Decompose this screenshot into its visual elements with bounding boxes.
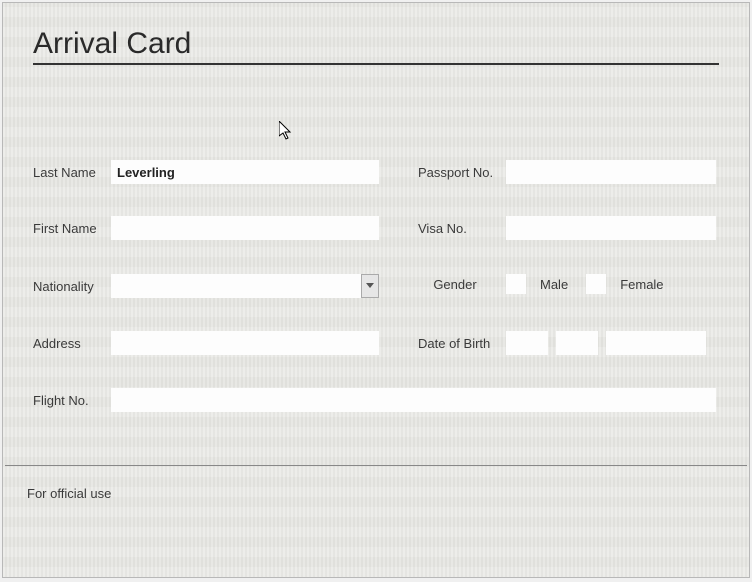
nationality-label: Nationality [33, 279, 111, 294]
last-name-label: Last Name [33, 165, 111, 180]
first-name-input[interactable] [111, 216, 379, 240]
last-name-input[interactable] [111, 160, 379, 184]
passport-no-label: Passport No. [418, 165, 506, 180]
nationality-dropdown-button[interactable] [361, 274, 379, 298]
address-label: Address [33, 336, 111, 351]
arrival-card-form: Arrival Card Last Name Passport No. Firs… [2, 2, 750, 578]
dob-year-input[interactable] [606, 331, 706, 355]
passport-no-input[interactable] [506, 160, 716, 184]
visa-no-input[interactable] [506, 216, 716, 240]
first-name-label: First Name [33, 221, 111, 236]
gender-label: Gender [418, 277, 492, 292]
flight-no-input[interactable] [111, 388, 716, 412]
flight-no-label: Flight No. [33, 393, 111, 408]
nationality-select[interactable] [111, 274, 379, 298]
chevron-down-icon [366, 283, 374, 289]
male-checkbox[interactable] [506, 274, 526, 294]
page-title: Arrival Card [33, 27, 719, 65]
visa-no-label: Visa No. [418, 221, 506, 236]
address-input[interactable] [111, 331, 379, 355]
male-label: Male [540, 277, 568, 292]
dob-label: Date of Birth [418, 336, 506, 351]
official-use-label: For official use [27, 486, 111, 501]
section-divider [5, 465, 747, 466]
female-label: Female [620, 277, 663, 292]
female-checkbox[interactable] [586, 274, 606, 294]
cursor-icon [279, 121, 295, 141]
dob-day-input[interactable] [506, 331, 548, 355]
dob-month-input[interactable] [556, 331, 598, 355]
